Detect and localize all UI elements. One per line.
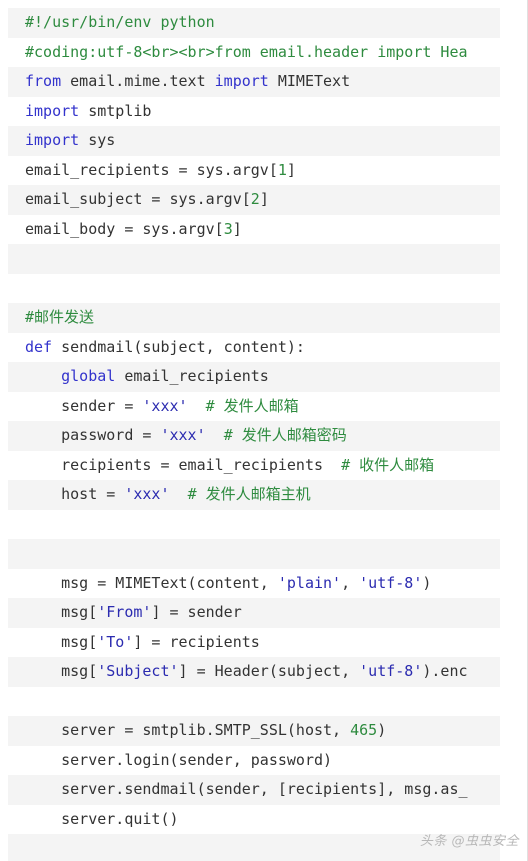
code-line (8, 273, 500, 303)
code-token-comment: # 发件人邮箱主机 (187, 485, 311, 503)
code-token-keyword: import (25, 101, 80, 120)
code-line: server.login(sender, password) (8, 745, 500, 775)
code-token-text: email_subject = sys.argv[ (25, 190, 251, 208)
code-line: #coding:utf-8<br><br>from email.header i… (8, 37, 500, 67)
code-token-text: sendmail(subject, content): (52, 337, 305, 356)
code-token-keyword: from (25, 72, 62, 90)
code-token-text: ) (422, 573, 432, 592)
code-line: msg['Subject'] = Header(subject, 'utf-8'… (8, 657, 500, 687)
code-line: email_body = sys.argv[3] (8, 214, 500, 244)
code-line: from email.mime.text import MIMEText (8, 67, 500, 97)
code-line: global email_recipients (8, 362, 500, 392)
code-token-text: email_recipients = sys.argv[ (25, 160, 278, 179)
code-token-text: MIMEText (268, 72, 351, 90)
code-token-text: server.sendmail(sender, [recipients], ms… (25, 780, 468, 798)
code-token-string: 'Subject' (97, 662, 179, 680)
code-screenshot-page: #!/usr/bin/env python #coding:utf-8<br><b… (0, 0, 528, 861)
code-token-text: ] = recipients (133, 632, 260, 651)
code-token-comment: # 收件人邮箱 (341, 455, 435, 474)
code-token-string: 'xxx' (160, 426, 206, 444)
code-token-string: 'xxx' (124, 485, 170, 503)
code-token-text: server.login(sender, password) (25, 750, 333, 769)
code-token-text: ] = Header(subject, (178, 662, 360, 680)
code-token-string: 'To' (97, 632, 134, 651)
code-token-keyword: import (214, 72, 269, 90)
code-token-number: 465 (350, 721, 378, 739)
code-token-keyword: def (25, 337, 53, 356)
code-token-text: ] (286, 160, 296, 179)
code-token-text: smtplib (79, 101, 152, 120)
code-line: sender = 'xxx' # 发件人邮箱 (8, 391, 500, 421)
code-token-text: recipients = email_recipients (25, 455, 342, 474)
code-token-number: 2 (250, 190, 260, 208)
code-token-string: 'plain' (277, 573, 342, 592)
code-token-text: msg[ (25, 662, 98, 680)
code-line: import smtplib (8, 96, 500, 126)
code-token-string: 'xxx' (142, 396, 188, 415)
code-line (8, 244, 500, 274)
code-token-text: ] (232, 219, 242, 238)
code-line (8, 539, 500, 569)
code-line: import sys (8, 126, 500, 156)
code-token-number: 1 (277, 160, 287, 179)
code-token-text: email.mime.text (61, 72, 215, 90)
code-line: host = 'xxx' # 发件人邮箱主机 (8, 480, 500, 510)
code-line: #邮件发送 (8, 303, 500, 333)
code-line (8, 509, 500, 539)
code-token-text: server = smtplib.SMTP_SSL(host, (25, 721, 351, 739)
code-token-text: host = (25, 485, 125, 503)
code-token-string: 'From' (97, 603, 152, 621)
code-line (8, 686, 500, 716)
code-token-keyword: global (61, 367, 116, 385)
code-token-text: msg = MIMEText(content, (25, 573, 278, 592)
code-token-number: 3 (223, 219, 233, 238)
code-token-text: email_body = sys.argv[ (25, 219, 224, 238)
code-token-text: ] = sender (151, 603, 242, 621)
code-line: msg['From'] = sender (8, 598, 500, 628)
code-token-string: 'utf-8' (359, 573, 423, 592)
code-line: email_subject = sys.argv[2] (8, 185, 500, 215)
code-token-comment: # 发件人邮箱 (205, 396, 299, 415)
code-token-comment: #!/usr/bin/env python (25, 13, 215, 31)
code-line: server = smtplib.SMTP_SSL(host, 465) (8, 716, 500, 746)
code-token-comment: # 发件人邮箱密码 (223, 426, 347, 444)
code-line: #!/usr/bin/env python (8, 8, 500, 38)
code-line: def sendmail(subject, content): (8, 332, 500, 362)
code-token-text: , (341, 573, 360, 592)
code-line: recipients = email_recipients # 收件人邮箱 (8, 450, 500, 480)
watermark-label: 头条 @虫虫安全 (419, 834, 519, 849)
code-token-string: 'utf-8' (359, 662, 423, 680)
code-token-text: msg[ (25, 632, 98, 651)
code-token-text: server.quit() (25, 809, 179, 828)
code-token-text: sys (79, 131, 116, 149)
code-line: server.sendmail(sender, [recipients], ms… (8, 775, 500, 805)
code-token-comment: #邮件发送 (25, 308, 95, 326)
code-token-text: msg[ (25, 603, 98, 621)
code-token-text: ] (259, 190, 269, 208)
code-token-comment: #coding:utf-8<br><br>from email.header i… (25, 42, 468, 61)
python-code-block[interactable]: #!/usr/bin/env python #coding:utf-8<br><b… (8, 8, 500, 861)
code-line: msg['To'] = recipients (8, 627, 500, 657)
code-line: password = 'xxx' # 发件人邮箱密码 (8, 421, 500, 451)
code-token-text: email_recipients (115, 367, 269, 385)
code-token-text: sender = (25, 396, 143, 415)
code-token-text: ) (377, 721, 387, 739)
code-line: email_recipients = sys.argv[1] (8, 155, 500, 185)
code-token-text: ).enc (422, 662, 468, 680)
code-token-text: password = (25, 426, 161, 444)
code-token-keyword: import (25, 131, 80, 149)
code-line: msg = MIMEText(content, 'plain', 'utf-8'… (8, 568, 500, 598)
